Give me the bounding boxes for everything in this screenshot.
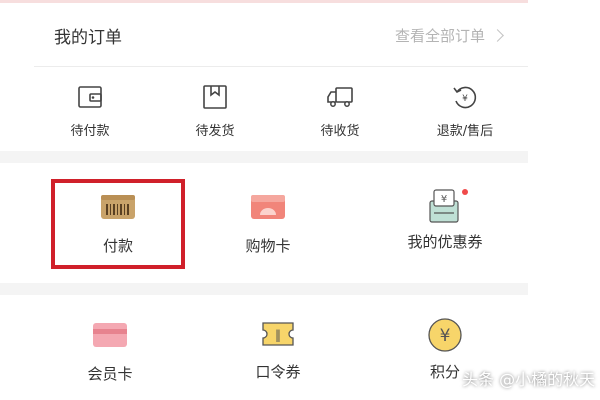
password-coupon-icon: ‖ bbox=[262, 322, 294, 346]
section-gap bbox=[0, 283, 528, 295]
svg-text:¥: ¥ bbox=[462, 94, 468, 104]
section-gap bbox=[0, 151, 528, 163]
status-pending-receipt[interactable]: 待收货 bbox=[295, 83, 385, 139]
status-label: 待发货 bbox=[195, 124, 235, 139]
wallet-icon bbox=[78, 86, 102, 108]
chevron-right-icon bbox=[491, 29, 504, 42]
coupon-icon: ¥ bbox=[429, 189, 459, 223]
notification-badge bbox=[462, 189, 468, 195]
view-all-label: 查看全部订单 bbox=[394, 27, 485, 45]
points-yuan-icon: ¥ bbox=[428, 318, 462, 352]
watermark: 头条 @小橘的秋天 bbox=[462, 370, 596, 389]
member-card-icon bbox=[93, 323, 127, 347]
right-gutter bbox=[528, 0, 600, 400]
grid-item-my-coupons[interactable]: ¥ 我的优惠券 bbox=[375, 187, 515, 252]
refund-icon: ¥ bbox=[453, 86, 477, 109]
svg-text:‖: ‖ bbox=[275, 328, 281, 342]
grid-label: 会员卡 bbox=[87, 365, 133, 383]
status-pending-shipment[interactable]: 待发货 bbox=[170, 83, 260, 139]
grid-item-member-card[interactable]: 会员卡 bbox=[40, 321, 180, 384]
shopping-card-icon bbox=[251, 195, 285, 219]
grid-label: 口令券 bbox=[255, 363, 301, 381]
status-label: 待付款 bbox=[70, 124, 110, 139]
grid-item-password-coupon[interactable]: ‖ 口令券 bbox=[208, 319, 348, 382]
package-icon bbox=[203, 85, 227, 109]
services-row-2: 会员卡 ‖ 口令券 ¥ 积分 bbox=[0, 295, 528, 400]
status-refund-aftersale[interactable]: ¥ 退款/售后 bbox=[420, 83, 510, 139]
order-status-row: 待付款 待发货 待收货 ¥ 退款/售后 bbox=[0, 67, 528, 151]
status-label: 待收货 bbox=[320, 124, 360, 139]
grid-item-shopping-card[interactable]: 购物卡 bbox=[198, 193, 338, 256]
order-header: 我的订单 查看全部订单 bbox=[0, 3, 528, 65]
svg-text:¥: ¥ bbox=[441, 194, 447, 205]
status-pending-payment[interactable]: 待付款 bbox=[45, 83, 135, 139]
page-title: 我的订单 bbox=[54, 28, 122, 48]
grid-label: 我的优惠券 bbox=[407, 233, 483, 251]
delivery-truck-icon bbox=[327, 87, 353, 107]
svg-text:¥: ¥ bbox=[440, 326, 451, 346]
grid-label: 购物卡 bbox=[245, 237, 291, 255]
view-all-orders-link[interactable]: 查看全部订单 bbox=[394, 25, 504, 46]
status-label: 退款/售后 bbox=[436, 124, 494, 139]
highlight-annotation-box bbox=[51, 179, 185, 269]
